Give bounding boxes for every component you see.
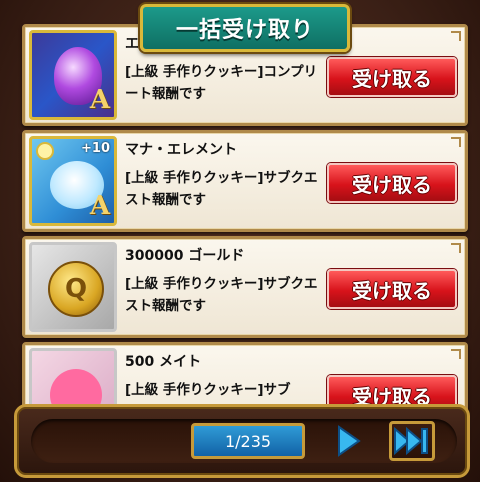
frame-corner-decoration: [451, 243, 461, 253]
last-page-button[interactable]: [389, 421, 435, 461]
claim-all-button[interactable]: 一括受け取り: [140, 4, 350, 52]
reward-thumbnail: A: [29, 30, 117, 120]
claim-button[interactable]: 受け取る: [327, 163, 457, 203]
play-arrow-icon: [338, 425, 361, 457]
pagination-bar: 1/235: [14, 404, 470, 478]
element-icon: [36, 142, 54, 160]
gold-coin-icon: Q: [48, 261, 104, 317]
page-indicator: 1/235: [191, 423, 305, 459]
reward-description: [上級 手作りクッキー]サブクエスト報酬です: [125, 170, 318, 208]
next-page-button[interactable]: [335, 423, 363, 459]
claim-button[interactable]: 受け取る: [327, 269, 457, 309]
reward-title: マナ・エレメント: [125, 142, 237, 158]
reward-description: [上級 手作りクッキー]サブ: [125, 382, 291, 398]
frame-corner-decoration: [451, 31, 461, 41]
list-item: Q 300000 ゴールド [上級 手作りクッキー]サブクエスト報酬です 受け取…: [22, 236, 468, 338]
reward-description: [上級 手作りクッキー]コンプリート報酬です: [125, 64, 318, 102]
frame-corner-decoration: [451, 137, 461, 147]
rank-badge: A: [89, 191, 110, 221]
reward-thumbnail: Q: [29, 242, 117, 332]
reward-description: [上級 手作りクッキー]サブクエスト報酬です: [125, 276, 318, 314]
reward-thumbnail: +10 A: [29, 136, 117, 226]
claim-button[interactable]: 受け取る: [327, 57, 457, 97]
list-item: +10 A マナ・エレメント [上級 手作りクッキー]サブクエスト報酬です 受け…: [22, 130, 468, 232]
skip-to-end-icon: [394, 426, 428, 456]
reward-title: 500 メイト: [125, 354, 202, 370]
reward-title: エ: [125, 36, 139, 52]
plus-badge: +10: [81, 141, 110, 156]
frame-corner-decoration: [451, 349, 461, 359]
reward-title: 300000 ゴールド: [125, 248, 245, 264]
rank-badge: A: [89, 85, 110, 115]
